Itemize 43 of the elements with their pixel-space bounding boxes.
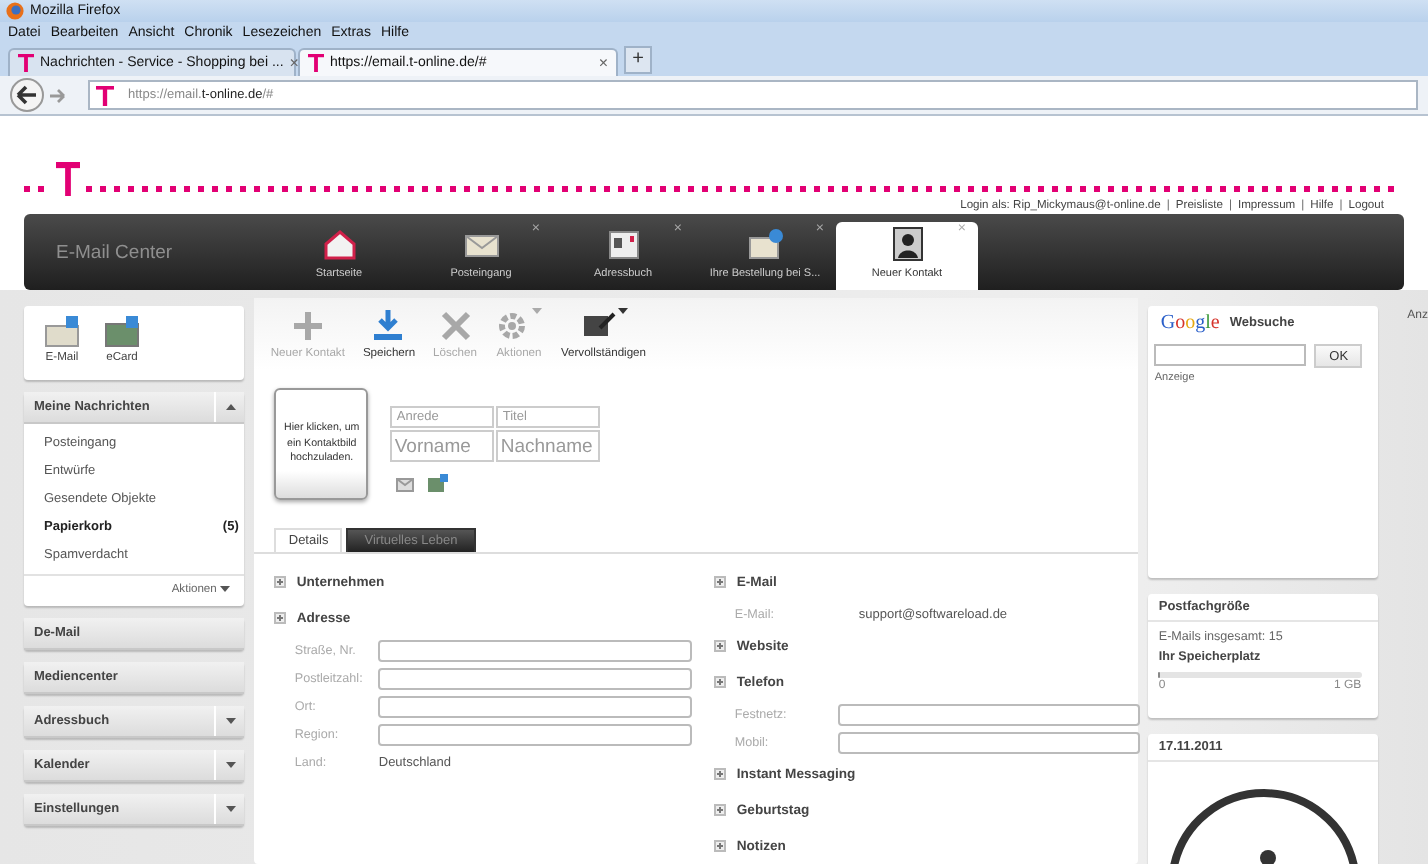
envelope-icon <box>44 314 80 348</box>
house-icon <box>321 226 357 262</box>
input-field[interactable] <box>378 695 693 717</box>
caret-down-icon <box>532 308 543 314</box>
expand-icon <box>714 640 727 652</box>
card-icon <box>104 314 140 348</box>
expand-icon <box>274 576 287 588</box>
expand-icon <box>274 612 287 624</box>
forward-icon <box>48 85 68 105</box>
download-icon <box>370 308 407 344</box>
input-field[interactable] <box>838 703 1141 725</box>
telekom-logo <box>56 162 80 196</box>
input-field[interactable] <box>378 723 693 745</box>
google-logo: Google <box>1160 312 1220 334</box>
telekom-favicon-icon <box>18 54 34 72</box>
expand-icon <box>714 840 727 852</box>
search-field[interactable] <box>1154 344 1307 366</box>
new-tab-button[interactable]: + <box>624 46 652 74</box>
browser-logo-icon <box>6 2 24 20</box>
envelope-icon <box>396 478 415 493</box>
card-icon <box>428 474 449 493</box>
telekom-favicon-icon <box>96 85 114 105</box>
input-field[interactable]: Nachname <box>496 430 601 463</box>
app-title: E-Mail Center <box>54 241 175 263</box>
expand-icon <box>714 768 727 780</box>
caret-down-icon <box>220 586 231 593</box>
expand-icon <box>714 676 727 688</box>
plus-icon <box>289 308 326 344</box>
telekom-favicon-icon <box>308 54 324 72</box>
close-tab-button[interactable]: × <box>598 54 608 72</box>
input-field[interactable] <box>378 639 693 661</box>
person-icon <box>889 226 925 262</box>
address-card-icon <box>605 226 641 262</box>
expand-icon <box>714 576 727 588</box>
input-field[interactable] <box>378 667 693 689</box>
input-field[interactable] <box>838 731 1141 753</box>
expand-icon <box>714 804 727 816</box>
caret-down-icon <box>617 308 628 314</box>
cross-icon <box>437 308 473 344</box>
input-field[interactable]: Vorname <box>390 430 495 463</box>
envelope-icon <box>747 226 783 262</box>
gear-icon <box>494 308 531 344</box>
close-tab-button[interactable]: × <box>289 54 299 72</box>
